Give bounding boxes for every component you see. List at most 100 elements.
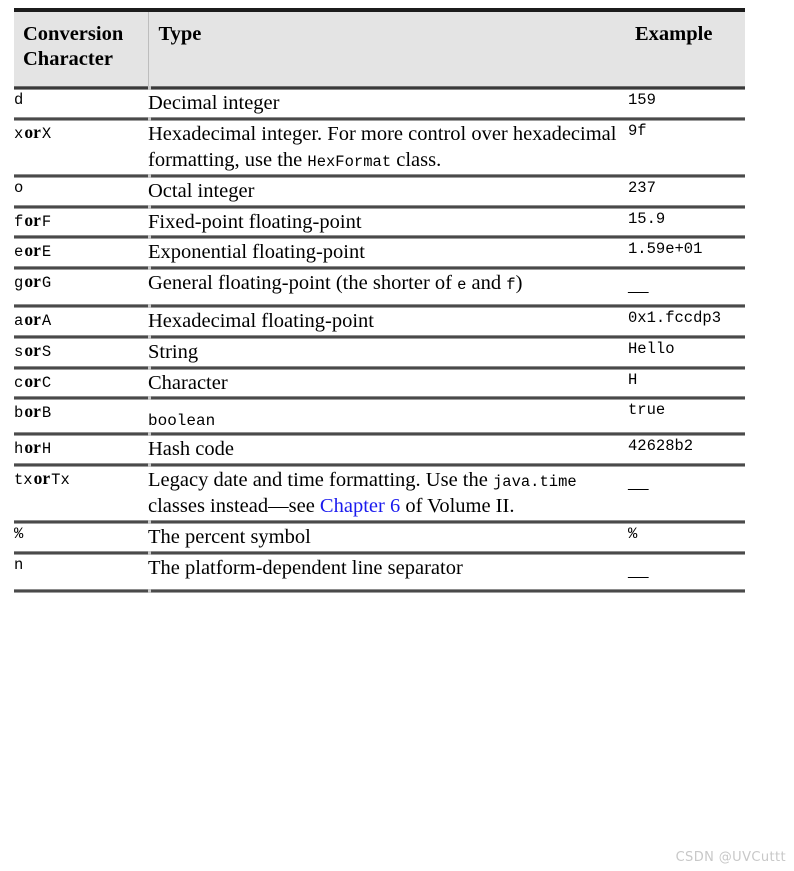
conv-char-primary: n	[14, 555, 24, 574]
example-value: 15.9	[628, 209, 666, 228]
example-value: true	[628, 401, 666, 420]
conv-char-primary: c	[14, 373, 24, 392]
table-row: % The percent symbol %	[14, 524, 745, 551]
type-text: The percent symbol	[148, 526, 311, 549]
cell-type: Hexadecimal integer. For more control ov…	[148, 121, 628, 174]
cell-conversion-character: n	[14, 555, 148, 590]
type-text: The platform-dependent line separator	[148, 556, 463, 579]
cell-type: General floating-point (the shorter of e…	[148, 270, 628, 305]
conv-char-primary: g	[14, 273, 24, 292]
example-value: 237	[628, 178, 656, 197]
chapter-6-link[interactable]: Chapter 6	[320, 495, 400, 517]
cell-example: 42628b2	[628, 436, 745, 463]
example-value: 9f	[628, 121, 647, 140]
conv-char-secondary: F	[41, 212, 52, 231]
cell-type: The percent symbol	[148, 524, 628, 551]
conv-char-primary: o	[14, 178, 24, 197]
conv-char-secondary: X	[41, 124, 52, 143]
cell-example: H	[628, 370, 745, 397]
conv-char-or-word: or	[24, 270, 41, 291]
column-header-example: Example	[628, 12, 745, 86]
conversion-character-table-page: Conversion Character Type Example d Deci…	[0, 0, 794, 871]
example-value: H	[628, 370, 638, 389]
csdn-watermark: CSDN @UVCuttt	[675, 850, 786, 865]
inline-code-java-time: java.time	[492, 472, 577, 491]
column-header-conversion-character: Conversion Character	[14, 12, 149, 86]
type-text: String	[148, 341, 199, 364]
cell-type: Decimal integer	[148, 90, 628, 117]
table-row: xorX Hexadecimal integer. For more contr…	[14, 121, 745, 174]
example-value: —	[628, 476, 649, 499]
cell-example: —	[628, 555, 745, 590]
conv-char-primary: e	[14, 243, 24, 262]
table-row: aorA Hexadecimal floating-point 0x1.fccd…	[14, 308, 745, 335]
conv-char-primary: a	[14, 312, 24, 331]
cell-example: —	[628, 270, 745, 305]
cell-type: Hash code	[148, 436, 628, 463]
conv-char-primary: b	[14, 404, 24, 423]
type-text: Hash code	[148, 438, 234, 461]
conv-char-primary: h	[14, 440, 24, 459]
inline-code-hexformat: HexFormat	[307, 153, 392, 172]
cell-example: %	[628, 524, 745, 551]
table-row: corC Character H	[14, 370, 745, 397]
table-row: d Decimal integer 159	[14, 90, 745, 117]
cell-conversion-character: corC	[14, 370, 148, 397]
cell-conversion-character: sorS	[14, 339, 148, 366]
cell-conversion-character: aorA	[14, 308, 148, 335]
table-row: eorE Exponential floating-point 1.59e+01	[14, 239, 745, 266]
conv-char-secondary: B	[41, 404, 52, 423]
header-row: Conversion Character Type Example	[14, 12, 745, 86]
conv-char-or-word: or	[24, 401, 41, 422]
conversion-character-table: Conversion Character Type Example d Deci…	[14, 8, 745, 594]
table-row: sorS String Hello	[14, 339, 745, 366]
cell-type: Exponential floating-point	[148, 239, 628, 266]
example-value: —	[628, 564, 649, 587]
type-text-part: of Volume II.	[400, 495, 515, 518]
cell-example: 0x1.fccdp3	[628, 308, 745, 335]
cell-conversion-character: %	[14, 524, 148, 551]
table-bottom-rule	[14, 589, 745, 594]
conv-char-or-word: or	[24, 240, 41, 261]
conv-char-or-word: or	[24, 209, 41, 230]
conv-char-secondary: G	[41, 273, 52, 292]
cell-type: Character	[148, 370, 628, 397]
conv-char-secondary: S	[41, 343, 52, 362]
cell-conversion-character: o	[14, 178, 148, 205]
example-value: Hello	[628, 340, 675, 359]
conv-char-primary: d	[14, 91, 24, 109]
column-header-type: Type	[148, 12, 628, 86]
cell-conversion-character: gorG	[14, 270, 148, 305]
conv-char-secondary: E	[41, 243, 52, 262]
conv-char-or-word: or	[24, 309, 41, 330]
conv-char-or-word: or	[33, 467, 51, 488]
cell-type: The platform-dependent line separator	[148, 555, 628, 590]
cell-conversion-character: xorX	[14, 121, 148, 174]
type-text-part: General floating-point (the shorter of	[148, 271, 458, 294]
table-header: Conversion Character Type Example	[14, 8, 745, 90]
cell-example: 1.59e+01	[628, 239, 745, 266]
type-text-part: Legacy date and time formatting. Use the	[148, 468, 493, 491]
cell-example: 15.9	[628, 209, 745, 236]
conv-char-or-word: or	[24, 370, 41, 391]
cell-type: Legacy date and time formatting. Use the…	[148, 467, 628, 520]
cell-example: —	[628, 467, 745, 520]
type-text: Fixed-point floating-point	[148, 210, 362, 233]
cell-example: 237	[628, 178, 745, 205]
conv-char-primary: x	[14, 124, 24, 143]
conv-char-primary: f	[14, 212, 24, 231]
conv-char-secondary: C	[41, 373, 52, 392]
example-value: 0x1.fccdp3	[628, 309, 722, 328]
cell-conversion-character: txorTx	[14, 467, 148, 520]
example-value: 42628b2	[628, 437, 694, 456]
cell-type: Hexadecimal floating-point	[148, 308, 628, 335]
type-text: Octal integer	[148, 179, 255, 202]
type-text: Exponential floating-point	[148, 241, 365, 264]
cell-type: String	[148, 339, 628, 366]
example-value: 159	[628, 91, 656, 109]
table-row: gorG General floating-point (the shorter…	[14, 270, 745, 305]
table-body: d Decimal integer 159 xorX Hexadecimal i…	[14, 90, 745, 594]
cell-example: true	[628, 400, 745, 432]
cell-conversion-character: borB	[14, 400, 148, 432]
example-value: %	[628, 525, 638, 544]
